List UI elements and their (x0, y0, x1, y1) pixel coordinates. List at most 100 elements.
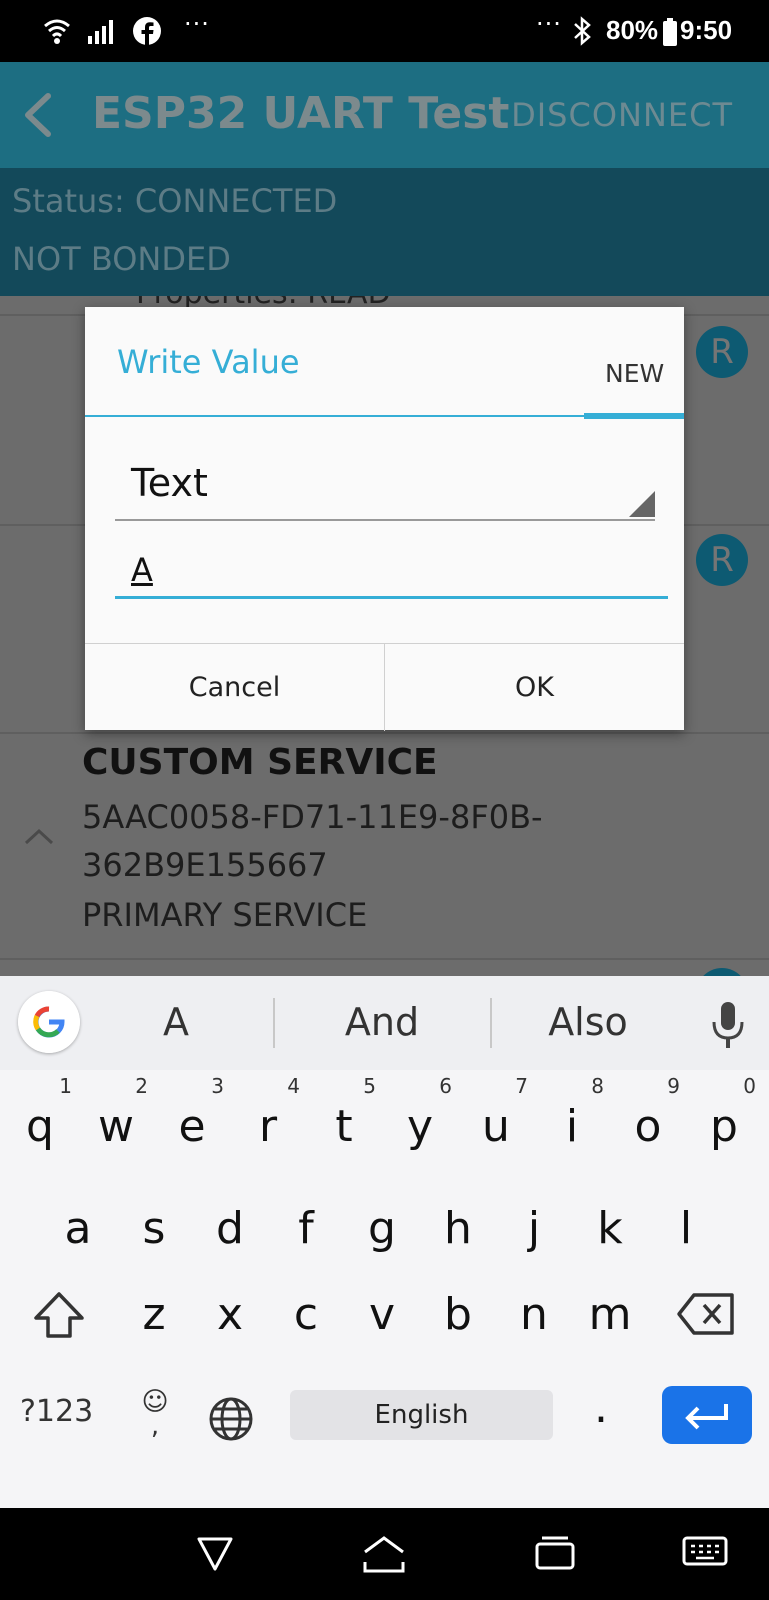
key-a[interactable]: a (42, 1184, 114, 1274)
key-o[interactable]: o9 (612, 1074, 684, 1172)
symbols-key[interactable]: ?123 (20, 1394, 93, 1429)
back-triangle-icon[interactable] (196, 1536, 234, 1572)
key-d[interactable]: d (194, 1184, 266, 1274)
battery-percent: 80% (606, 15, 659, 45)
key-l[interactable]: l (650, 1184, 722, 1274)
key-label: w (98, 1101, 134, 1152)
key-label: i (565, 1101, 579, 1152)
clock: 9:50 (680, 15, 733, 45)
suggestion-1[interactable]: A (76, 1000, 276, 1044)
backspace-icon[interactable] (676, 1292, 736, 1336)
navigation-bar (0, 1508, 769, 1600)
write-value-dialog: Write Value NEW Text Cancel OK (85, 307, 684, 731)
key-r[interactable]: r4 (232, 1074, 304, 1172)
key-c[interactable]: c (270, 1270, 342, 1360)
microphone-icon[interactable] (708, 1000, 748, 1050)
key-hint: 9 (667, 1074, 680, 1098)
key-label: o (634, 1101, 662, 1152)
key-i[interactable]: i8 (536, 1074, 608, 1172)
key-y[interactable]: y6 (384, 1074, 456, 1172)
key-b[interactable]: b (422, 1270, 494, 1360)
bond-status: NOT BONDED (12, 240, 231, 278)
cancel-button[interactable]: Cancel (85, 644, 384, 731)
keyboard-switch-icon[interactable] (682, 1534, 728, 1570)
comma-label: , (150, 1411, 160, 1441)
key-hint: 8 (591, 1074, 604, 1098)
key-hint: 3 (211, 1074, 224, 1098)
suggestion-2[interactable]: And (282, 1000, 482, 1044)
read-badge[interactable]: R (696, 534, 748, 586)
key-hint: 4 (287, 1074, 300, 1098)
service-kind: PRIMARY SERVICE (82, 896, 368, 934)
soft-keyboard: A And Also q1 w2 e3 r4 t5 y6 u7 i8 o9 p0… (0, 976, 769, 1508)
space-key[interactable]: English (290, 1390, 553, 1440)
key-x[interactable]: x (194, 1270, 266, 1360)
value-input[interactable] (115, 544, 668, 599)
service-uuid: 5AAC0058-FD71-11E9-8F0B- (82, 798, 543, 836)
key-label: q (26, 1101, 54, 1152)
battery-icon (663, 18, 677, 46)
key-label: r (258, 1101, 278, 1152)
google-icon[interactable] (18, 991, 80, 1053)
key-e[interactable]: e3 (156, 1074, 228, 1172)
key-t[interactable]: t5 (308, 1074, 380, 1172)
home-icon[interactable] (362, 1534, 406, 1574)
divider (0, 958, 769, 960)
period-key[interactable]: . (594, 1382, 608, 1433)
enter-arrow-icon (685, 1404, 728, 1430)
key-label: t (335, 1101, 353, 1152)
dialog-title: Write Value (117, 343, 300, 381)
connection-status: Status: CONNECTED (12, 182, 338, 220)
cell-signal-icon (88, 20, 113, 44)
key-label: u (482, 1101, 510, 1152)
key-m[interactable]: m (574, 1270, 646, 1360)
tab-new[interactable]: NEW (605, 359, 664, 388)
key-n[interactable]: n (498, 1270, 570, 1360)
key-u[interactable]: u7 (460, 1074, 532, 1172)
key-hint: 7 (515, 1074, 528, 1098)
key-hint: 5 (363, 1074, 376, 1098)
globe-icon[interactable] (208, 1396, 254, 1442)
key-v[interactable]: v (346, 1270, 418, 1360)
dropdown-arrow-icon (629, 491, 655, 517)
ok-button[interactable]: OK (385, 644, 684, 731)
key-h[interactable]: h (422, 1184, 494, 1274)
app-bar: ESP32 UART Test DISCONNECT (0, 62, 769, 168)
key-label: e (178, 1101, 206, 1152)
service-uuid-cont: 362B9E155667 (82, 846, 328, 884)
key-k[interactable]: k (574, 1184, 646, 1274)
key-hint: 2 (135, 1074, 148, 1098)
key-s[interactable]: s (118, 1184, 190, 1274)
enter-key[interactable] (662, 1386, 752, 1444)
key-f[interactable]: f (270, 1184, 342, 1274)
key-j[interactable]: j (498, 1184, 570, 1274)
suggestion-separator (273, 998, 275, 1048)
chevron-up-icon[interactable] (24, 826, 54, 846)
recent-apps-icon[interactable] (534, 1534, 576, 1572)
read-badge-partial[interactable] (696, 968, 748, 976)
more-notifications-icon: ··· (184, 10, 210, 38)
bluetooth-icon (574, 16, 591, 46)
shift-icon[interactable] (32, 1290, 86, 1340)
suggestion-3[interactable]: Also (488, 1000, 688, 1044)
key-p[interactable]: p0 (688, 1074, 760, 1172)
key-hint: 0 (743, 1074, 756, 1098)
value-type-select[interactable]: Text (115, 437, 655, 521)
key-hint: 6 (439, 1074, 452, 1098)
key-w[interactable]: w2 (80, 1074, 152, 1172)
key-g[interactable]: g (346, 1184, 418, 1274)
read-badge[interactable]: R (696, 326, 748, 378)
app-title: ESP32 UART Test (92, 88, 510, 139)
disconnect-button[interactable]: DISCONNECT (511, 96, 733, 134)
tab-indicator (584, 413, 684, 419)
facebook-icon (133, 17, 161, 45)
key-q[interactable]: q1 (4, 1074, 76, 1172)
connection-status-panel: Status: CONNECTED NOT BONDED (0, 168, 769, 296)
more-status-icon: ··· (536, 10, 562, 38)
key-label: p (710, 1101, 738, 1152)
suggestion-bar: A And Also (0, 976, 769, 1070)
key-z[interactable]: z (118, 1270, 190, 1360)
status-bar: ··· ··· 80% 9:50 (0, 0, 769, 62)
back-arrow-icon[interactable] (16, 90, 66, 140)
emoji-key[interactable]: ☺ , (138, 1389, 172, 1441)
